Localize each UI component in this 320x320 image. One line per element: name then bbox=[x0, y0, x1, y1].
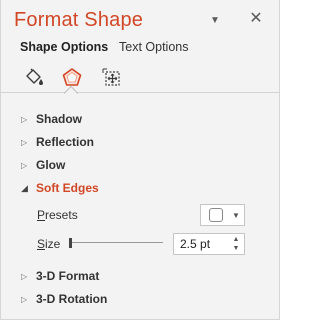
section-3d-format[interactable]: ▷ 3-D Format bbox=[21, 267, 99, 285]
presets-label: Presets bbox=[37, 208, 78, 222]
collapsed-triangle-icon: ▷ bbox=[21, 271, 28, 281]
size-input[interactable] bbox=[174, 234, 228, 254]
section-label: Reflection bbox=[36, 135, 95, 149]
expanded-triangle-icon: ◢ bbox=[21, 182, 28, 193]
fill-line-icon bbox=[26, 68, 43, 85]
section-label: Soft Edges bbox=[36, 181, 99, 195]
size-properties-tab[interactable] bbox=[95, 62, 129, 94]
collapsed-triangle-icon: ▷ bbox=[21, 160, 28, 170]
spin-down-icon[interactable]: ▼ bbox=[233, 244, 240, 253]
section-label: 3-D Format bbox=[36, 269, 100, 283]
size-label: Size bbox=[37, 237, 60, 251]
collapsed-triangle-icon: ▷ bbox=[21, 137, 28, 147]
spin-arrows: ▲ ▼ bbox=[230, 235, 242, 253]
label-text: resets bbox=[45, 208, 78, 222]
access-key: P bbox=[37, 208, 46, 222]
slider-thumb[interactable] bbox=[69, 238, 72, 248]
access-key: S bbox=[37, 237, 46, 251]
section-reflection[interactable]: ▷ Reflection bbox=[21, 133, 94, 151]
fill-line-tab[interactable] bbox=[17, 62, 51, 94]
collapsed-triangle-icon: ▷ bbox=[21, 294, 28, 304]
size-spinbox: ▲ ▼ bbox=[173, 233, 245, 255]
close-pane-button[interactable]: ✕ bbox=[247, 9, 265, 27]
tab-shape-options[interactable]: Shape Options bbox=[20, 40, 108, 54]
pane-title: Format Shape bbox=[14, 9, 144, 31]
spin-up-icon[interactable]: ▲ bbox=[233, 235, 240, 244]
section-soft-edges[interactable]: ◢ Soft Edges bbox=[21, 179, 99, 197]
chevron-down-icon: ▼ bbox=[210, 14, 220, 26]
tab-text-options[interactable]: Text Options bbox=[119, 40, 188, 54]
size-slider[interactable] bbox=[67, 236, 163, 250]
section-shadow[interactable]: ▷ Shadow bbox=[21, 110, 82, 128]
collapsed-triangle-icon: ▷ bbox=[21, 114, 28, 124]
section-glow[interactable]: ▷ Glow bbox=[21, 156, 65, 174]
size-properties-icon bbox=[102, 68, 120, 86]
section-label: Shadow bbox=[36, 112, 83, 126]
format-shape-pane: Format Shape ▼ ✕ Shape Options Text Opti… bbox=[0, 0, 280, 320]
section-label: Glow bbox=[36, 158, 66, 172]
close-icon: ✕ bbox=[249, 10, 263, 27]
label-text: ize bbox=[45, 237, 61, 251]
slider-track bbox=[69, 242, 163, 243]
preset-swatch bbox=[209, 208, 223, 222]
task-pane-options-button[interactable]: ▼ bbox=[206, 11, 224, 29]
chevron-down-icon: ▼ bbox=[232, 210, 240, 220]
section-3d-rotation[interactable]: ▷ 3-D Rotation bbox=[21, 290, 107, 308]
section-label: 3-D Rotation bbox=[36, 292, 108, 306]
soft-edges-presets-button[interactable]: ▼ bbox=[200, 204, 245, 226]
category-icon-bar bbox=[1, 62, 279, 98]
active-tab-pointer bbox=[64, 86, 78, 94]
